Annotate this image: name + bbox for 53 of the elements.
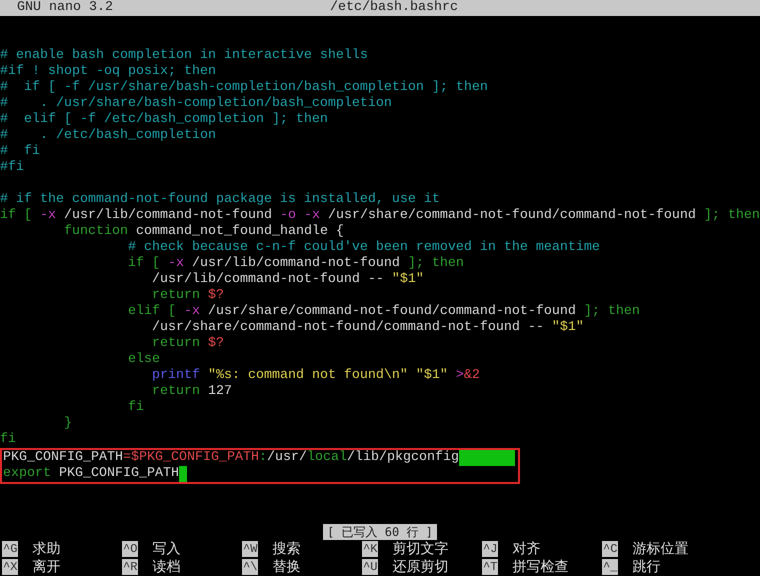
shortcut-key: ^_ [602,559,618,575]
code-line: # elif [ -f /etc/bash_completion ]; then [0,112,328,128]
shortcut-label: 剪切文字 [392,541,448,557]
code-line: export PKG_CONFIG_PATH [3,466,179,482]
code-line: fi [126,400,144,416]
app-name: GNU nano 3.2 [16,0,114,16]
code-line: # enable bash completion in interactive shells [0,48,368,64]
code-line: #if ! shopt -oq posix; then [0,64,216,80]
shortcut-label: 离开 [32,559,60,575]
shortcut-key: ^J [482,541,498,557]
code-line: printf "%s: command not found\n" "$1" >&2 [150,368,480,384]
code-line: #fi [0,160,24,176]
shortcut-label: 拼写检查 [512,559,568,575]
code-line: # . /usr/share/bash-completion/bash_completion [0,96,392,112]
shortcut-label: 对齐 [512,541,540,557]
shortcut-label: 跳行 [632,559,660,575]
code-line: # check because c-n-f could've been removed in the meantime [126,240,600,256]
code-line: return $? [150,336,224,352]
code-line: # fi [0,144,40,160]
shortcut-key: ^G [2,541,18,557]
code-line: else [126,352,160,368]
shortcut-key: ^O [122,541,138,557]
code-line: if [ -x /usr/lib/command-not-found -o -x /usr/share/command-not-found/command-not-found ]; then [0,208,760,224]
shortcut-key: ^R [122,559,138,575]
shortcut-label: 还原剪切 [392,559,448,575]
shortcut-label: 游标位置 [632,541,688,557]
code-line: /usr/lib/command-not-found -- "$1" [150,272,424,288]
shortcut-label: 读档 [152,559,180,575]
shortcut-label: 替换 [272,559,300,575]
shortcut-label: 求助 [32,541,60,557]
shortcut-key: ^C [602,541,618,557]
shortcut-key: ^\ [242,559,258,575]
code-line: # . /etc/bash_completion [0,128,216,144]
shortcut-key: ^X [2,559,18,575]
code-line: PKG_CONFIG_PATH=$PKG_CONFIG_PATH:/usr/local/lib/pkgconfig [3,450,459,466]
shortcut-key: ^T [482,559,498,575]
code-line: return $? [150,288,224,304]
code-line: fi [0,432,16,448]
status-message: [ 已写入 60 行 ] [323,524,437,540]
code-line: function command_not_found_handle { [62,224,344,240]
shortcut-label: 写入 [152,541,180,557]
code-line: /usr/share/command-not-found/command-not-found -- "$1" [150,320,584,336]
code-line: # if [ -f /usr/share/bash-completion/bash_completion ]; then [0,80,488,96]
code-line: elif [ -x /usr/share/command-not-found/command-not-found ]; then [126,304,640,320]
shortcut-label: 搜索 [272,541,300,557]
code-line: return 127 [150,384,232,400]
shortcut-key: ^U [362,559,378,575]
code-line: # if the command-not-found package is installed, use it [0,192,440,208]
shortcut-key: ^W [242,541,258,557]
code-line: if [ -x /usr/lib/command-not-found ]; then [126,256,464,272]
code-line: } [62,416,72,432]
file-name: /etc/bash.bashrc [330,0,458,16]
shortcut-key: ^K [362,541,378,557]
